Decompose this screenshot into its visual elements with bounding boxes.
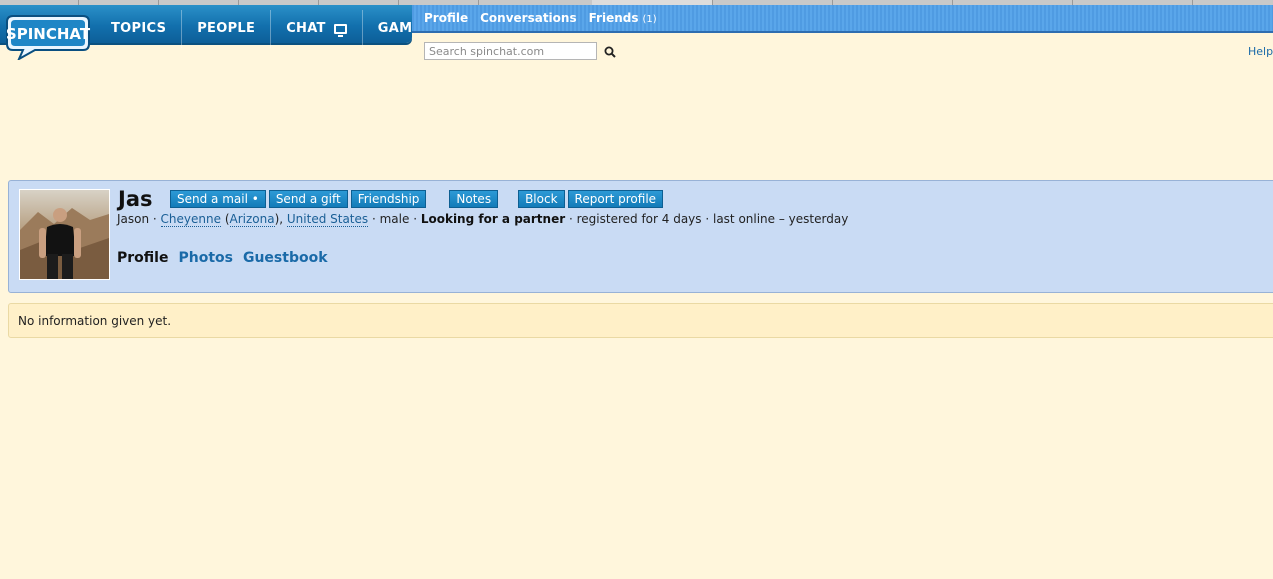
sub-nav: Profile Conversations Friends (1) <box>412 5 1273 33</box>
search-icon[interactable] <box>604 46 616 58</box>
state-link[interactable]: Arizona <box>229 212 275 227</box>
send-gift-button[interactable]: Send a gift <box>268 190 348 208</box>
city-link[interactable]: Cheyenne <box>160 212 221 227</box>
main-nav: SPINCHAT TOPICS PEOPLE CHAT GAMES <box>0 5 431 60</box>
profile-avatar[interactable] <box>19 189 110 280</box>
friendship-button[interactable]: Friendship <box>350 190 427 208</box>
spinchat-logo[interactable]: SPINCHAT <box>5 12 91 60</box>
registered-duration: registered for 4 days <box>576 212 702 226</box>
nav-chat-label: CHAT <box>286 21 326 36</box>
help-link[interactable]: Help <box>1248 45 1273 58</box>
report-profile-button[interactable]: Report profile <box>567 190 664 208</box>
country-link[interactable]: United States <box>286 212 369 227</box>
tab-profile[interactable]: Profile <box>117 250 168 266</box>
logo-text: SPINCHAT <box>6 25 91 43</box>
profile-details: Jason · Cheyenne (Arizona), United State… <box>117 212 849 227</box>
looking-for: Looking for a partner <box>420 212 566 226</box>
subnav-conversations-link[interactable]: Conversations <box>480 11 577 25</box>
send-mail-button[interactable]: Send a mail • <box>170 190 266 208</box>
nav-chat[interactable]: CHAT <box>270 10 362 48</box>
tab-photos[interactable]: Photos <box>178 250 233 266</box>
friends-count: (1) <box>642 14 657 25</box>
nav-topics-label: TOPICS <box>111 21 167 36</box>
nav-items: TOPICS PEOPLE CHAT GAMES <box>96 10 446 48</box>
search-input[interactable] <box>424 42 597 60</box>
block-button[interactable]: Block <box>518 190 565 208</box>
info-message: No information given yet. <box>8 303 1273 338</box>
first-name: Jason <box>117 212 150 226</box>
nav-people-label: PEOPLE <box>197 21 256 36</box>
tab-guestbook[interactable]: Guestbook <box>243 250 328 266</box>
subnav-friends-link[interactable]: Friends (1) <box>589 11 657 25</box>
friends-label: Friends <box>588 11 639 25</box>
profile-tabs: Profile Photos Guestbook <box>117 250 328 266</box>
gender: male <box>379 212 410 226</box>
profile-actions: Send a mail • Send a gift Friendship Not… <box>170 190 664 208</box>
profile-card: Jas Send a mail • Send a gift Friendship… <box>8 180 1273 293</box>
monitor-icon <box>333 24 347 37</box>
nav-people[interactable]: PEOPLE <box>181 10 270 48</box>
subnav-profile-link[interactable]: Profile <box>424 11 468 25</box>
nav-topics[interactable]: TOPICS <box>96 10 181 48</box>
profile-name: Jas <box>118 187 153 211</box>
notes-button[interactable]: Notes <box>449 190 499 208</box>
last-online: last online – yesterday <box>712 212 849 226</box>
